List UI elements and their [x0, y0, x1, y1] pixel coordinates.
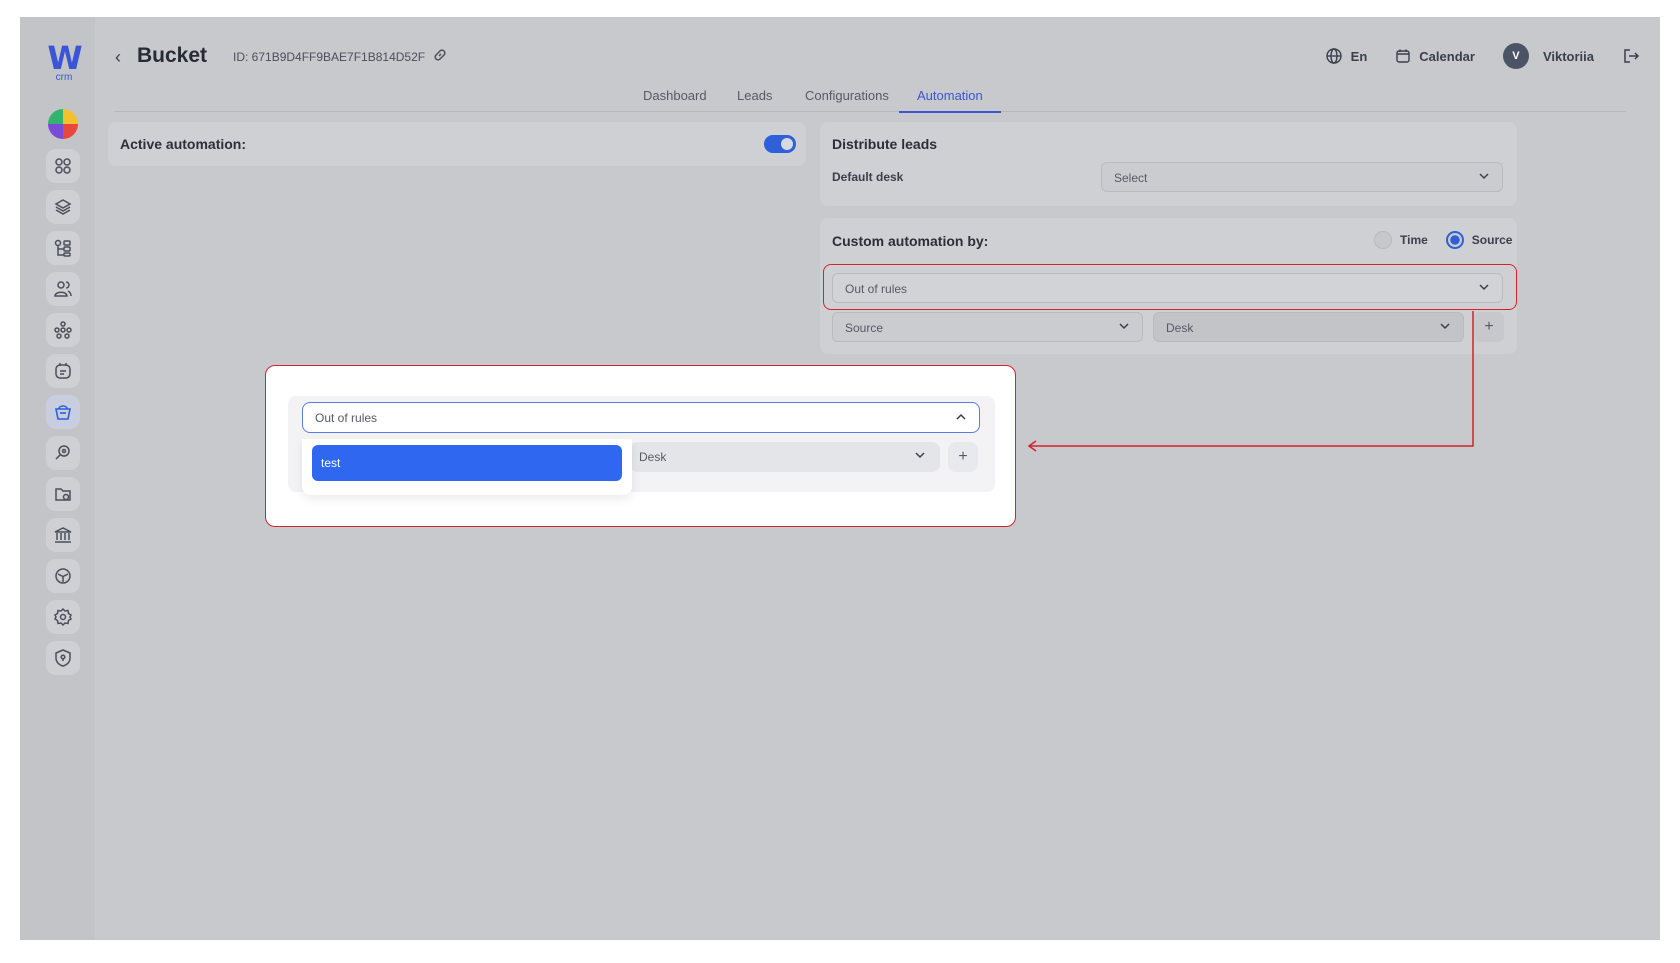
notes-icon	[55, 363, 71, 379]
sidebar-item-folder[interactable]	[46, 477, 80, 511]
box-icon	[55, 568, 71, 584]
default-desk-placeholder: Select	[1114, 171, 1148, 185]
bucket-icon	[55, 405, 71, 420]
rule-search-value: Out of rules	[315, 411, 378, 425]
hierarchy-icon	[54, 239, 71, 257]
calendar-link[interactable]: Calendar	[1395, 48, 1475, 64]
add-rule-button[interactable]: +	[1474, 312, 1504, 342]
globe-icon	[1325, 48, 1342, 64]
sidebar-item-users[interactable]	[46, 272, 80, 306]
source-select[interactable]: Source	[832, 312, 1143, 342]
tab-configurations[interactable]: Configurations	[805, 88, 889, 111]
sidebar-item-notes[interactable]	[46, 354, 80, 388]
bank-icon	[54, 527, 72, 543]
distribute-leads-title: Distribute leads	[832, 136, 938, 152]
sidebar-item-layers[interactable]	[46, 190, 80, 224]
layers-icon	[54, 199, 72, 215]
page-title: Bucket	[137, 44, 208, 67]
sidebar-item-network[interactable]	[46, 313, 80, 347]
radio-time[interactable]	[1374, 231, 1392, 249]
automation-type-radios: Time Source	[1374, 231, 1512, 249]
sidebar-item-bucket[interactable]	[46, 395, 80, 429]
highlight-rule-select	[823, 264, 1517, 310]
folder-icon	[55, 488, 71, 501]
search-key-icon	[55, 445, 70, 460]
logout-button[interactable]	[1622, 47, 1640, 65]
sidebar: W crm	[20, 17, 95, 940]
sidebar-item-bank[interactable]	[46, 518, 80, 552]
zoom-callout: Out of rules Desk + test	[265, 365, 1016, 527]
desk-select[interactable]: Desk	[1153, 312, 1464, 342]
calendar-label: Calendar	[1419, 48, 1475, 64]
color-wheel-icon[interactable]	[48, 109, 78, 139]
dropdown-option-test[interactable]: test	[312, 445, 622, 481]
dashboard-icon	[55, 158, 71, 174]
active-automation-toggle[interactable]	[764, 135, 796, 153]
copy-link-icon[interactable]	[432, 47, 448, 68]
callout-desk-select[interactable]: Desk	[630, 442, 940, 472]
default-desk-label: Default desk	[832, 170, 904, 184]
back-chevron-icon[interactable]: ‹	[115, 47, 121, 68]
radio-source-label: Source	[1471, 233, 1513, 247]
distribute-leads-card: Distribute leads Default desk Select	[820, 122, 1517, 206]
network-icon	[54, 321, 72, 339]
brand-logo[interactable]: W crm	[44, 39, 84, 83]
chevron-up-icon	[956, 413, 966, 420]
calendar-icon	[1396, 49, 1410, 63]
tab-dashboard[interactable]: Dashboard	[643, 88, 707, 111]
chevron-down-icon	[1479, 173, 1489, 180]
page-header: ‹ Bucket ID: 671B9D4FF9BAE7F1B814D52F En…	[115, 37, 1640, 77]
logo-letter: W	[47, 39, 82, 77]
logout-icon	[1624, 49, 1640, 63]
tab-bar: Dashboard Leads Configurations Automatio…	[115, 86, 1626, 113]
chevron-down-icon	[1440, 323, 1450, 330]
avatar: V	[1502, 43, 1529, 69]
user-menu[interactable]: V Viktoriia	[1502, 43, 1594, 69]
sidebar-item-hierarchy[interactable]	[46, 231, 80, 265]
sidebar-item-security[interactable]	[46, 641, 80, 675]
sidebar-item-settings[interactable]	[46, 600, 80, 634]
default-desk-select[interactable]: Select	[1101, 162, 1503, 192]
custom-automation-title: Custom automation by:	[832, 233, 989, 249]
tab-automation[interactable]: Automation	[899, 88, 1001, 113]
settings-icon	[54, 607, 72, 627]
chevron-down-icon	[1119, 323, 1129, 330]
rule-search-input[interactable]: Out of rules	[302, 402, 980, 433]
user-name: Viktoriia	[1542, 48, 1594, 64]
rule-dropdown-menu: test	[302, 439, 632, 495]
desk-placeholder: Desk	[1166, 321, 1194, 335]
language-label: En	[1350, 48, 1368, 64]
users-icon	[54, 281, 72, 297]
active-automation-label: Active automation:	[120, 136, 247, 152]
sidebar-item-search[interactable]	[46, 436, 80, 470]
callout-desk-placeholder: Desk	[639, 450, 667, 464]
radio-source[interactable]	[1445, 231, 1464, 249]
shield-icon	[55, 649, 71, 667]
tab-leads[interactable]: Leads	[737, 88, 772, 111]
language-switch[interactable]: En	[1325, 47, 1368, 65]
header-actions: En Calendar V Viktoriia	[1307, 43, 1640, 69]
sidebar-item-dashboard[interactable]	[46, 149, 80, 183]
bucket-id: ID: 671B9D4FF9BAE7F1B814D52F	[233, 50, 426, 64]
active-automation-card: Active automation:	[108, 122, 806, 166]
radio-time-label: Time	[1400, 233, 1428, 247]
sidebar-item-box[interactable]	[46, 559, 80, 593]
chevron-down-icon	[915, 452, 925, 459]
source-placeholder: Source	[845, 321, 884, 335]
callout-add-button[interactable]: +	[948, 442, 978, 472]
